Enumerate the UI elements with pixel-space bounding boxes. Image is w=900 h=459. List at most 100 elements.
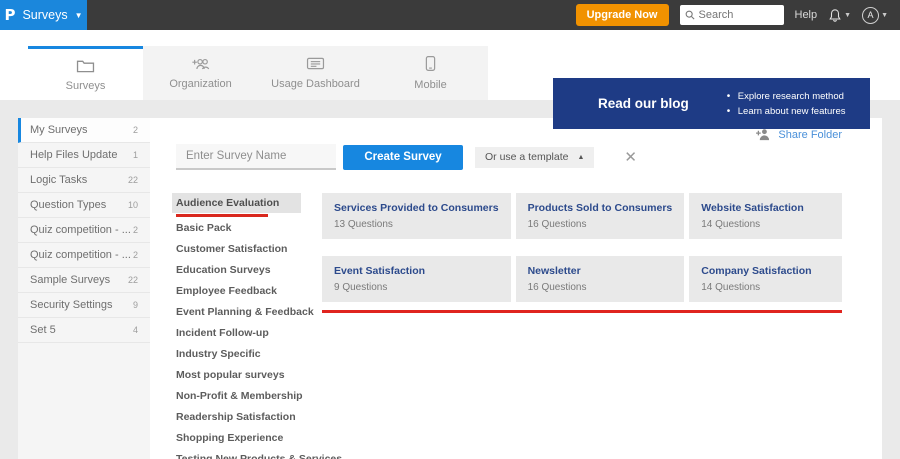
template-categories: Audience Evaluation Basic Pack Customer …: [172, 193, 342, 459]
blog-bullet: Learn about new features: [727, 104, 846, 119]
sidebar-item-security-settings[interactable]: Security Settings 9: [18, 293, 150, 318]
survey-name-input[interactable]: [176, 144, 336, 170]
tabs: Surveys Organization Usage Dashboard Mob…: [28, 46, 488, 100]
category-testing-new-products[interactable]: Testing New Products & Services: [176, 453, 342, 459]
template-question-count: 14 Questions: [701, 282, 761, 293]
sidebar-item-sample-surveys[interactable]: Sample Surveys 22: [18, 268, 150, 293]
category-most-popular-surveys[interactable]: Most popular surveys: [176, 369, 322, 382]
template-question-count: 16 Questions: [527, 282, 587, 293]
category-event-planning-feedback[interactable]: Event Planning & Feedback: [176, 306, 322, 319]
sidebar-item-label: Set 5: [30, 324, 56, 336]
category-employee-feedback[interactable]: Employee Feedback: [176, 285, 322, 298]
sidebar-item-label: Help Files Update: [30, 149, 118, 161]
template-card-products-sold[interactable]: Products Sold to Consumers 16 Questions: [515, 193, 685, 239]
close-icon[interactable]: ✕: [624, 150, 637, 165]
chevron-down-icon: ▼: [74, 10, 83, 20]
sidebar-item-count: 1: [132, 150, 138, 160]
template-card-newsletter[interactable]: Newsletter 16 Questions: [515, 256, 685, 302]
tab-mobile[interactable]: Mobile: [373, 46, 488, 100]
sidebar-item-count: 2: [132, 250, 138, 260]
blog-bullet: Explore research method: [727, 89, 846, 104]
tab-strip: Surveys Organization Usage Dashboard Mob…: [0, 30, 900, 129]
use-template-label: Or use a template: [485, 151, 569, 163]
sidebar-item-count: 22: [127, 275, 138, 285]
account-menu[interactable]: A ▼: [862, 6, 888, 24]
help-link[interactable]: Help: [795, 9, 818, 21]
template-title: Products Sold to Consumers: [527, 202, 673, 214]
sidebar-item-label: Quiz competition - ...: [30, 224, 131, 236]
template-cards: Services Provided to Consumers 13 Questi…: [322, 193, 842, 459]
template-title: Company Satisfaction: [701, 265, 812, 277]
search-input[interactable]: [698, 9, 779, 21]
topbar: P Surveys ▼ Upgrade Now Help ▼ A ▼: [0, 0, 900, 30]
template-browser: Audience Evaluation Basic Pack Customer …: [172, 193, 842, 459]
annotation-red-underline: [176, 214, 268, 217]
share-folder-label: Share Folder: [778, 128, 842, 141]
category-industry-specific[interactable]: Industry Specific: [176, 348, 322, 361]
upgrade-now-button[interactable]: Upgrade Now: [575, 4, 669, 26]
main-area: Share Folder Create Survey Or use a temp…: [150, 118, 882, 459]
template-card-website-satisfaction[interactable]: Website Satisfaction 14 Questions: [689, 193, 842, 239]
create-survey-button[interactable]: Create Survey: [343, 144, 463, 170]
sidebar-item-count: 2: [132, 225, 138, 235]
template-card-services-provided[interactable]: Services Provided to Consumers 13 Questi…: [322, 193, 511, 239]
chevron-down-icon: ▼: [844, 11, 852, 19]
category-customer-satisfaction[interactable]: Customer Satisfaction: [176, 243, 322, 256]
brand-switcher[interactable]: P Surveys ▼: [0, 0, 87, 30]
sidebar-item-set-5[interactable]: Set 5 4: [18, 318, 150, 343]
template-title: Event Satisfaction: [334, 265, 426, 277]
template-title: Services Provided to Consumers: [334, 202, 499, 214]
template-question-count: 16 Questions: [527, 219, 587, 230]
chevron-down-icon: ▼: [881, 11, 888, 19]
category-readership-satisfaction[interactable]: Readership Satisfaction: [176, 411, 322, 424]
use-template-dropdown[interactable]: Or use a template ▲: [475, 146, 595, 168]
category-education-surveys[interactable]: Education Surveys: [176, 264, 322, 277]
sidebar-item-my-surveys[interactable]: My Surveys 2: [18, 118, 150, 143]
sidebar-item-label: Sample Surveys: [30, 274, 111, 286]
sidebar-item-count: 10: [127, 200, 138, 210]
sidebar-item-count: 22: [127, 175, 138, 185]
tab-label: Usage Dashboard: [271, 78, 360, 90]
category-shopping-experience[interactable]: Shopping Experience: [176, 432, 322, 445]
sidebar-item-label: Quiz competition - ...: [30, 249, 131, 261]
chevron-up-icon: ▲: [577, 153, 585, 161]
sidebar-item-label: Security Settings: [30, 299, 113, 311]
tab-usage-dashboard[interactable]: Usage Dashboard: [258, 46, 373, 100]
sidebar-item-quiz-competition-2[interactable]: Quiz competition - ... 2: [18, 243, 150, 268]
notifications-menu[interactable]: ▼: [828, 8, 851, 23]
sidebar-item-question-types[interactable]: Question Types 10: [18, 193, 150, 218]
sidebar-item-quiz-competition-1[interactable]: Quiz competition - ... 2: [18, 218, 150, 243]
content-panel: My Surveys 2 Help Files Update 1 Logic T…: [18, 118, 882, 459]
category-basic-pack[interactable]: Basic Pack: [176, 222, 322, 235]
mobile-icon: [425, 56, 436, 71]
sidebar-item-count: 4: [132, 325, 138, 335]
bell-icon: [829, 8, 841, 22]
product-name: Surveys: [22, 8, 68, 22]
tab-surveys[interactable]: Surveys: [28, 46, 143, 100]
sidebar-item-help-files-update[interactable]: Help Files Update 1: [18, 143, 150, 168]
annotation-red-line: [322, 310, 842, 313]
tab-label: Organization: [169, 77, 232, 90]
template-title: Website Satisfaction: [701, 202, 804, 214]
proprofs-logo-icon: P: [4, 6, 16, 24]
template-cards-grid: Services Provided to Consumers 13 Questi…: [322, 193, 842, 302]
avatar: A: [862, 6, 880, 24]
folder-icon: [76, 60, 95, 72]
template-card-event-satisfaction[interactable]: Event Satisfaction 9 Questions: [322, 256, 511, 302]
category-audience-evaluation[interactable]: Audience Evaluation: [172, 193, 301, 213]
category-non-profit-membership[interactable]: Non-Profit & Membership: [176, 390, 322, 403]
template-card-company-satisfaction[interactable]: Company Satisfaction 14 Questions: [689, 256, 842, 302]
template-question-count: 13 Questions: [334, 219, 393, 230]
organization-icon: [191, 58, 209, 69]
sidebar-item-label: Logic Tasks: [30, 174, 88, 186]
share-folder-link[interactable]: Share Folder: [756, 128, 842, 141]
search-box[interactable]: [679, 5, 784, 25]
template-question-count: 14 Questions: [701, 219, 761, 230]
category-incident-follow-up[interactable]: Incident Follow-up: [176, 327, 322, 340]
usage-dashboard-icon: [306, 57, 325, 70]
create-survey-bar: Create Survey Or use a template ▲ ✕: [176, 144, 842, 170]
sidebar-item-logic-tasks[interactable]: Logic Tasks 22: [18, 168, 150, 193]
search-icon: [685, 10, 695, 20]
tab-label: Surveys: [65, 79, 106, 92]
tab-organization[interactable]: Organization: [143, 46, 258, 100]
